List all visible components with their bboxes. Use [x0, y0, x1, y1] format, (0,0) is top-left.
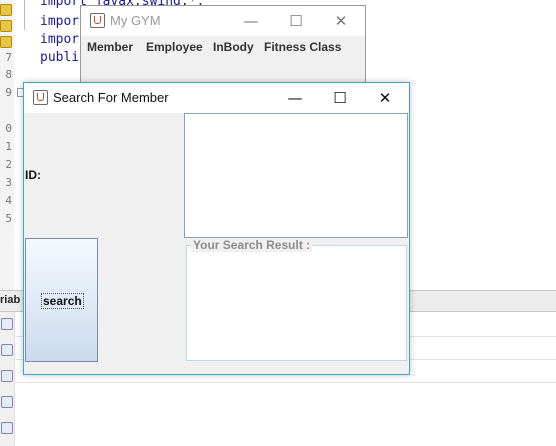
warning-icon	[0, 20, 12, 32]
editor-gutter: 7 8 9 0 1 2 3 4 5	[0, 0, 14, 290]
toolbar-icon[interactable]	[1, 344, 13, 356]
search-result-title: Your Search Result :	[191, 238, 313, 252]
search-button-label: search	[41, 293, 84, 309]
java-app-icon	[90, 13, 105, 28]
line-number: 9	[5, 86, 12, 99]
code-line: publi	[40, 50, 80, 65]
id-label: ID:	[25, 168, 41, 182]
toolbar-icon[interactable]	[1, 422, 13, 434]
search-button[interactable]: search	[25, 238, 98, 362]
line-number: 7	[5, 51, 12, 64]
search-member-dialog: Search For Member — ☐ ✕ ID: search Your …	[23, 82, 410, 375]
line-number: 1	[5, 140, 12, 153]
warning-icon	[0, 4, 12, 16]
line-number: 5	[5, 212, 12, 225]
line-number: 2	[5, 158, 12, 171]
dialog-titlebar[interactable]: Search For Member — ☐ ✕	[24, 83, 409, 113]
minimize-button[interactable]: —	[239, 10, 263, 32]
warning-icon	[0, 36, 12, 48]
window-title: My GYM	[110, 13, 161, 28]
fold-guide	[24, 0, 25, 30]
close-button[interactable]: ✕	[329, 10, 353, 32]
menu-inbody[interactable]: InBody	[213, 40, 254, 54]
java-app-icon	[33, 90, 48, 105]
search-result-panel: Your Search Result :	[186, 238, 407, 361]
dialog-title: Search For Member	[53, 90, 169, 105]
search-input-area[interactable]	[184, 113, 408, 238]
code-line: impor	[40, 32, 80, 47]
line-number: 4	[5, 194, 12, 207]
menu-fitness-class[interactable]: Fitness Class	[264, 40, 341, 54]
minimize-button[interactable]: —	[283, 87, 307, 109]
line-number: 0	[5, 122, 12, 135]
menu-bar: Member Employee InBody Fitness Class	[81, 36, 365, 58]
maximize-button[interactable]: ☐	[328, 87, 352, 109]
toolbar-icon[interactable]	[1, 396, 13, 408]
menu-member[interactable]: Member	[87, 40, 133, 54]
gym-titlebar[interactable]: My GYM — ☐ ✕	[81, 6, 365, 36]
close-button[interactable]: ✕	[373, 87, 397, 109]
line-number: 8	[5, 68, 12, 81]
maximize-button[interactable]: ☐	[284, 10, 308, 32]
toolbar-icon[interactable]	[1, 318, 13, 330]
toolbar-icon[interactable]	[1, 370, 13, 382]
code-line: impor	[40, 14, 80, 29]
line-number: 3	[5, 176, 12, 189]
variables-tab[interactable]: riab	[0, 294, 20, 306]
ide-side-toolbar	[0, 312, 15, 446]
menu-employee[interactable]: Employee	[146, 40, 203, 54]
